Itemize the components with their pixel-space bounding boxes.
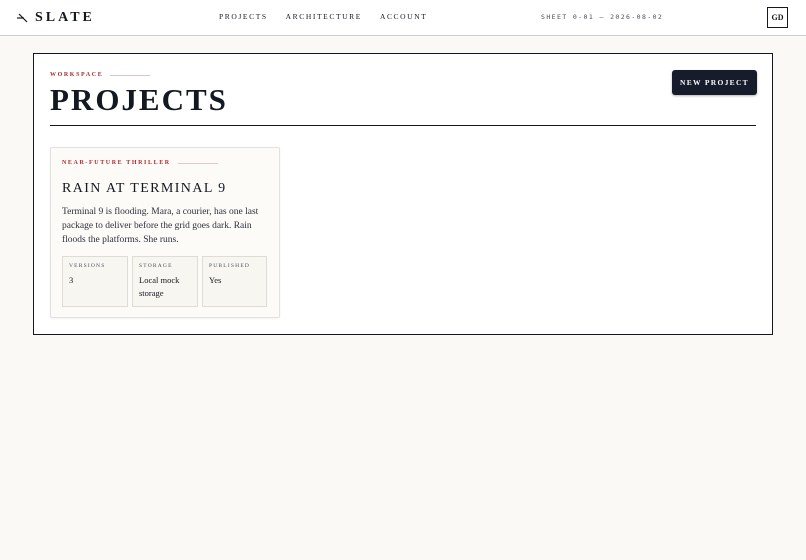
stat-published: PUBLISHED Yes [202,256,267,307]
workspace-eyebrow: WORKSPACE [50,72,151,78]
project-genre-row: NEAR-FUTURE THRILLER [62,160,218,166]
nav-item-projects[interactable]: PROJECTS [219,12,268,21]
stat-versions: VERSIONS 3 [62,256,128,307]
stat-storage: STORAGE Local mock storage [132,256,198,307]
new-project-button[interactable]: NEW PROJECT [672,70,757,95]
nav-item-architecture[interactable]: ARCHITECTURE [286,12,362,21]
stat-value: Yes [209,275,222,285]
stat-label: PUBLISHED [209,263,251,269]
brand[interactable]: SLATE [16,8,95,28]
stat-value: 3 [69,275,74,285]
stat-label: VERSIONS [69,263,106,269]
project-stats: VERSIONS 3 STORAGE Local mock storage PU… [62,256,267,307]
eyebrow-divider [110,74,151,76]
project-title: RAIN AT TERMINAL 9 [62,181,227,196]
page-title: PROJECTS [50,82,228,117]
project-description: Terminal 9 is flooding. Mara, a courier,… [62,207,259,245]
project-genre: NEAR-FUTURE THRILLER [62,160,171,166]
avatar[interactable]: GD [767,7,788,28]
slate-brand-mark-icon [17,13,28,23]
brand-name: SLATE [35,10,95,25]
workspace-eyebrow-label: WORKSPACE [50,72,104,78]
header-divider [50,125,756,126]
stat-value: Local mock storage [139,275,180,298]
project-card[interactable]: NEAR-FUTURE THRILLER RAIN AT TERMINAL 9 … [50,147,280,318]
main-nav: PROJECTS ARCHITECTURE ACCOUNT [219,12,445,21]
stat-label: STORAGE [139,263,173,269]
nav-item-account[interactable]: ACCOUNT [380,12,427,21]
genre-divider [177,162,218,164]
sheet-meta: SHEET 0-01 — 2026-08-02 [541,13,664,21]
top-bar: SLATE PROJECTS ARCHITECTURE ACCOUNT SHEE… [0,0,806,36]
workspace-panel: WORKSPACE PROJECTS NEW PROJECT NEAR-FUTU… [33,53,773,335]
